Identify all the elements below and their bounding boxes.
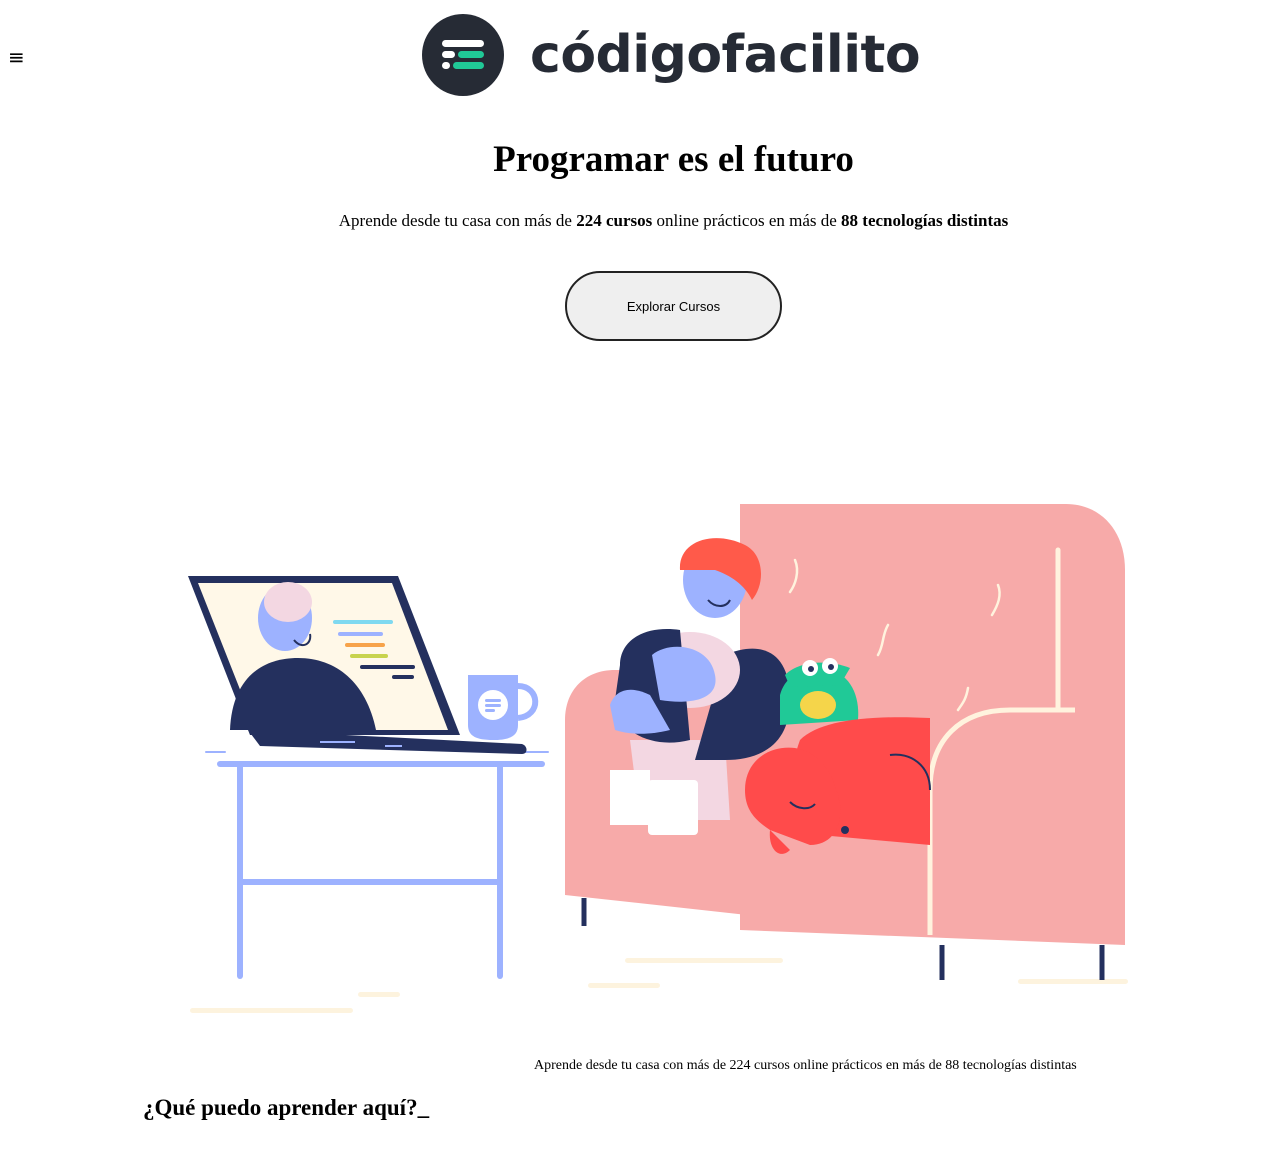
page: ≡ códigofacilito Programar es el futuro … xyxy=(0,0,1271,1155)
logo-mark-icon xyxy=(422,14,504,96)
hero-courses-count: 224 cursos xyxy=(576,211,653,230)
hero-title: Programar es el futuro xyxy=(493,139,854,180)
explore-courses-button[interactable]: Explorar Cursos xyxy=(565,271,782,341)
hamburger-menu-icon[interactable]: ≡ xyxy=(8,46,25,68)
hero-subtitle: Aprende desde tu casa con más de 224 cur… xyxy=(0,211,1271,231)
hero-subtitle-text-2: online prácticos en más de xyxy=(652,211,842,230)
hero-subtitle-text: Aprende desde tu casa con más de xyxy=(338,211,577,230)
mug-icon xyxy=(468,675,539,740)
hero-caption: Aprende desde tu casa con más de 224 cur… xyxy=(534,1058,1077,1073)
hero-illustration xyxy=(188,504,1128,1013)
desk-icon xyxy=(217,761,545,979)
brand-name: códigofacilito xyxy=(530,25,921,85)
brand-logo[interactable]: códigofacilito xyxy=(422,14,921,96)
section-title: ¿Qué puedo aprender aquí?_ xyxy=(143,1095,430,1120)
floor-lines-icon xyxy=(190,958,1128,1013)
hero-technologies-count: 88 tecnologías distintas xyxy=(841,211,1009,230)
